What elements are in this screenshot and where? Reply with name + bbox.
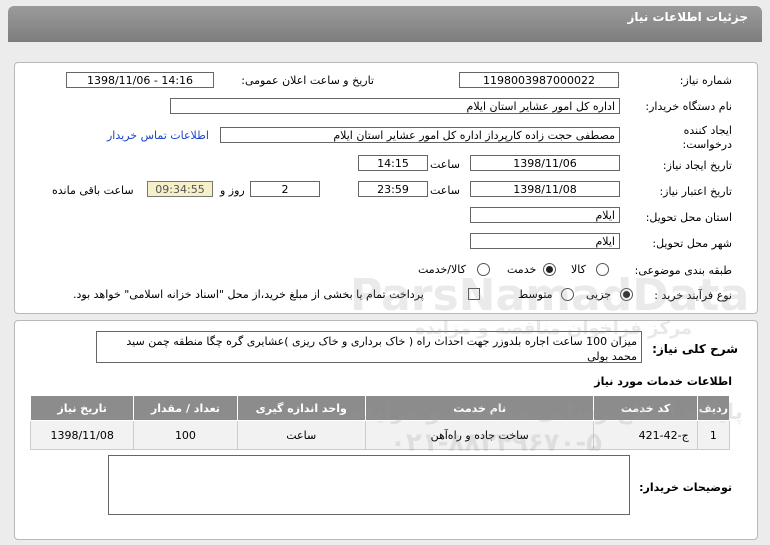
service-name: ساخت جاده و راه‌آهن — [364, 420, 595, 450]
category-service-radio[interactable] — [543, 263, 556, 276]
days-field: 2 — [250, 181, 320, 197]
day-and-label: روز و — [220, 184, 245, 197]
col-unit: واحد اندازه گیری — [236, 395, 366, 421]
validity-time-label: ساعت — [430, 184, 460, 197]
services-table: ردیف کد خدمت نام خدمت واحد اندازه گیری ت… — [29, 395, 731, 450]
services-title: اطلاعات خدمات مورد نیاز — [594, 375, 732, 388]
category-goods-service-label: کالا/خدمت — [418, 263, 466, 276]
announce-datetime-label: تاریخ و ساعت اعلان عمومی: — [241, 74, 374, 87]
need-date: 1398/11/08 — [29, 420, 135, 450]
process-minor-radio[interactable] — [620, 288, 633, 301]
buyer-org-field: اداره کل امور عشایر استان ایلام — [170, 98, 620, 114]
remaining-time-field: 09:34:55 — [147, 181, 213, 197]
buyer-notes-field — [108, 455, 630, 515]
table-row: 1 ج-42-421 ساخت جاده و راه‌آهن ساعت 100 … — [29, 420, 731, 450]
province-label: استان محل تحویل: — [645, 211, 732, 224]
description-label: شرح کلی نیاز: — [652, 342, 738, 356]
validity-date-label: تاریخ اعتبار نیاز: — [659, 185, 732, 198]
province-field: ایلام — [470, 207, 620, 223]
remaining-label: ساعت باقی مانده — [52, 184, 134, 197]
city-field: ایلام — [470, 233, 620, 249]
unit: ساعت — [236, 420, 366, 450]
col-quantity: تعداد / مقدار — [133, 395, 238, 421]
category-goods-service-radio[interactable] — [477, 263, 490, 276]
creator-field: مصطفی حجت زاده کارپرداز اداره کل امور عش… — [220, 127, 620, 143]
buyer-notes-label: توضیحات خریدار: — [639, 481, 732, 494]
process-label: نوع فرآیند خرید : — [654, 289, 732, 302]
need-time-field: 14:15 — [358, 155, 428, 171]
process-minor-label: جزیی — [586, 288, 612, 301]
category-service-label: خدمت — [507, 263, 537, 276]
need-time-label: ساعت — [430, 158, 460, 171]
city-label: شهر محل تحویل: — [652, 237, 732, 250]
need-number-field: 1198003987000022 — [459, 72, 619, 88]
contact-buyer-link[interactable]: اطلاعات تماس خریدار — [107, 129, 209, 142]
col-row: ردیف — [696, 395, 731, 421]
col-service-code: کد خدمت — [593, 395, 698, 421]
treasury-payment-checkbox[interactable] — [468, 288, 480, 300]
need-date-label: تاریخ ایجاد نیاز: — [662, 159, 732, 172]
creator-label: ایجاد کننده درخواست: — [682, 124, 732, 151]
validity-time-field: 23:59 — [358, 181, 428, 197]
service-code: ج-42-421 — [593, 420, 698, 450]
validity-date-field: 1398/11/08 — [470, 181, 620, 197]
need-date-field: 1398/11/06 — [470, 155, 620, 171]
description-field: میزان 100 ساعت اجاره بلدوزر جهت احداث را… — [96, 331, 642, 363]
announce-datetime-field: 1398/11/06 - 14:16 — [66, 72, 214, 88]
buyer-org-label: نام دستگاه خریدار: — [645, 100, 732, 113]
row-number: 1 — [696, 420, 731, 450]
process-medium-radio[interactable] — [561, 288, 574, 301]
services-table-header: ردیف کد خدمت نام خدمت واحد اندازه گیری ت… — [29, 395, 731, 421]
col-service-name: نام خدمت — [364, 395, 595, 421]
page-title: جزئیات اطلاعات نیاز — [627, 10, 748, 24]
category-goods-label: کالا — [571, 263, 586, 276]
col-need-date: تاریخ نیاز — [29, 395, 135, 421]
category-label: طبقه بندی موضوعی: — [634, 264, 732, 277]
category-goods-radio[interactable] — [596, 263, 609, 276]
treasury-payment-note: پرداخت تمام یا بخشی از مبلغ خرید،از محل … — [73, 288, 424, 301]
need-number-label: شماره نیاز: — [679, 74, 732, 87]
quantity: 100 — [133, 420, 238, 450]
process-medium-label: متوسط — [518, 288, 553, 301]
